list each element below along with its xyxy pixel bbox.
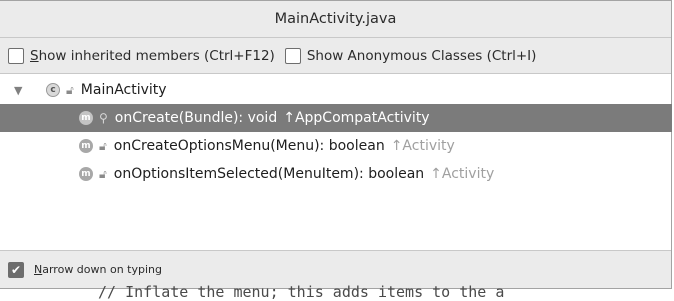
structure-tree: ▼ c 🔓︎ MainActivity m ⚲ onCreate(Bundle)…: [0, 74, 672, 253]
public-visibility-icon: 🔓︎: [66, 82, 74, 97]
narrow-down-label[interactable]: Narrow down on typing: [34, 263, 162, 276]
method-signature: onCreate(Bundle): void: [114, 110, 278, 126]
tree-item-oncreateoptionsmenu[interactable]: m 🔓︎ onCreateOptionsMenu(Menu): boolean …: [0, 132, 672, 160]
method-origin: ↑Activity: [430, 166, 495, 182]
public-visibility-icon: 🔓︎: [99, 166, 107, 181]
tree-item-oncreate[interactable]: m ⚲ onCreate(Bundle): void ↑AppCompatAct…: [0, 104, 672, 132]
method-origin: ↑Activity: [390, 138, 455, 154]
options-bar: Show inherited members (Ctrl+F12) Show A…: [0, 38, 671, 74]
editor-code-line: // Inflate the menu; this adds items to …: [98, 284, 505, 301]
method-signature: onCreateOptionsMenu(Menu): boolean: [113, 138, 385, 154]
popup-title: MainActivity.java: [0, 1, 671, 38]
protected-visibility-icon: ⚲: [99, 111, 108, 125]
method-signature: onOptionsItemSelected(MenuItem): boolean: [113, 166, 425, 182]
file-structure-popup: MainActivity.java Show inherited members…: [0, 0, 672, 289]
show-anonymous-checkbox[interactable]: [284, 47, 301, 64]
public-visibility-icon: 🔓︎: [99, 138, 107, 153]
tree-item-onoptionsitemselected[interactable]: m 🔓︎ onOptionsItemSelected(MenuItem): bo…: [0, 160, 672, 188]
class-icon: c: [46, 83, 60, 97]
show-inherited-checkbox[interactable]: [8, 47, 24, 64]
popup-footer: ✔ Narrow down on typing: [0, 250, 671, 288]
tree-root-mainactivity[interactable]: ▼ c 🔓︎ MainActivity: [0, 76, 672, 104]
method-icon: m: [79, 139, 93, 153]
method-icon: m: [79, 167, 93, 181]
class-name: MainActivity: [80, 82, 167, 98]
show-inherited-label[interactable]: Show inherited members (Ctrl+F12): [30, 48, 275, 64]
method-icon: m: [79, 111, 93, 125]
narrow-down-checkbox[interactable]: ✔: [8, 261, 24, 278]
method-origin: ↑AppCompatActivity: [283, 110, 430, 126]
expand-arrow-icon[interactable]: ▼: [14, 84, 22, 97]
show-anonymous-label[interactable]: Show Anonymous Classes (Ctrl+I): [307, 48, 537, 64]
